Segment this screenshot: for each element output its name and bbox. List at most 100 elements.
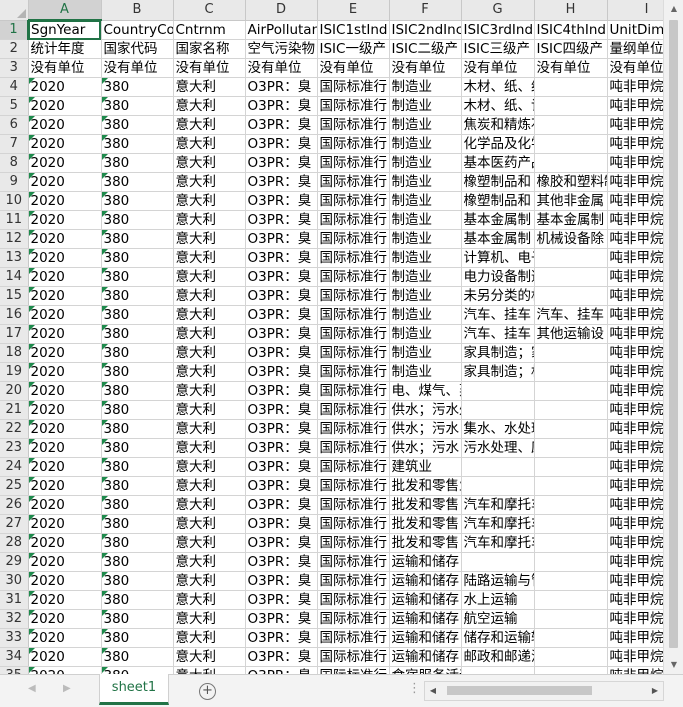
cell-h1[interactable]: ISIC4thInd (534, 20, 608, 40)
scroll-left-icon[interactable]: ◀ (425, 682, 441, 700)
cell-e19[interactable]: 国际标准行 (317, 362, 390, 382)
cell-e31[interactable]: 国际标准行 (317, 590, 390, 610)
cell-f33[interactable]: 运输和储存 (389, 628, 462, 648)
cell-g17[interactable]: 汽车、挂车 (461, 324, 535, 344)
cell-a22[interactable]: 2020 (28, 419, 102, 439)
cell-h29[interactable] (534, 552, 608, 572)
row-header[interactable]: 12 (0, 229, 29, 249)
cell-h27[interactable] (534, 514, 608, 534)
cell-i18[interactable]: 吨非甲烷 (607, 343, 663, 363)
cell-a29[interactable]: 2020 (28, 552, 102, 572)
cell-e33[interactable]: 国际标准行 (317, 628, 390, 648)
cell-e24[interactable]: 国际标准行 (317, 457, 390, 477)
cell-g7[interactable]: 化学品及化学制品制造 (461, 134, 535, 154)
cell-a33[interactable]: 2020 (28, 628, 102, 648)
cell-f19[interactable]: 制造业 (389, 362, 462, 382)
cell-b8[interactable]: 380 (101, 153, 174, 173)
cell-h20[interactable] (534, 381, 608, 401)
cell-b5[interactable]: 380 (101, 96, 174, 116)
column-header-i[interactable]: I (607, 0, 663, 21)
cell-e16[interactable]: 国际标准行 (317, 305, 390, 325)
cell-i6[interactable]: 吨非甲烷 (607, 115, 663, 135)
cell-d6[interactable]: O3PR：臭 (245, 115, 318, 135)
cell-b21[interactable]: 380 (101, 400, 174, 420)
row-header[interactable]: 18 (0, 343, 29, 363)
cell-f25[interactable]: 批发和零售业；汽车和摩托车修理 (389, 476, 462, 496)
cell-h2[interactable]: ISIC四级产 (534, 39, 608, 59)
cell-b16[interactable]: 380 (101, 305, 174, 325)
cell-f2[interactable]: ISIC二级产 (389, 39, 462, 59)
cell-i12[interactable]: 吨非甲烷 (607, 229, 663, 249)
cell-a28[interactable]: 2020 (28, 533, 102, 553)
cell-c17[interactable]: 意大利 (173, 324, 246, 344)
cell-g30[interactable]: 陆路运输与管道运输 (461, 571, 535, 591)
cell-e22[interactable]: 国际标准行 (317, 419, 390, 439)
cell-e9[interactable]: 国际标准行 (317, 172, 390, 192)
cell-f10[interactable]: 制造业 (389, 191, 462, 211)
cell-i34[interactable]: 吨非甲烷 (607, 647, 663, 667)
cell-c16[interactable]: 意大利 (173, 305, 246, 325)
cell-i23[interactable]: 吨非甲烷 (607, 438, 663, 458)
cell-f24[interactable]: 建筑业 (389, 457, 462, 477)
cell-b11[interactable]: 380 (101, 210, 174, 230)
cell-i21[interactable]: 吨非甲烷 (607, 400, 663, 420)
cell-a10[interactable]: 2020 (28, 191, 102, 211)
cell-a8[interactable]: 2020 (28, 153, 102, 173)
cell-e13[interactable]: 国际标准行 (317, 248, 390, 268)
cell-b20[interactable]: 380 (101, 381, 174, 401)
cell-e11[interactable]: 国际标准行 (317, 210, 390, 230)
row-header[interactable]: 27 (0, 514, 29, 534)
cell-g35[interactable] (461, 666, 535, 674)
horizontal-scrollbar[interactable]: ◀ ▶ (424, 681, 664, 701)
cell-i35[interactable]: 吨非甲烷 (607, 666, 663, 674)
cell-c11[interactable]: 意大利 (173, 210, 246, 230)
cell-i8[interactable]: 吨非甲烷 (607, 153, 663, 173)
cell-e20[interactable]: 国际标准行 (317, 381, 390, 401)
cell-h3[interactable]: 没有单位 (534, 58, 608, 78)
cell-i31[interactable]: 吨非甲烷 (607, 590, 663, 610)
cell-b26[interactable]: 380 (101, 495, 174, 515)
cell-h4[interactable] (534, 77, 608, 97)
cell-c21[interactable]: 意大利 (173, 400, 246, 420)
cell-a23[interactable]: 2020 (28, 438, 102, 458)
cell-g20[interactable] (461, 381, 535, 401)
cell-g4[interactable]: 木材、纸、纸和纸制品 (461, 77, 535, 97)
row-header[interactable]: 30 (0, 571, 29, 591)
cell-c25[interactable]: 意大利 (173, 476, 246, 496)
cell-b2[interactable]: 国家代码 (101, 39, 174, 59)
cell-g12[interactable]: 基本金属制 (461, 229, 535, 249)
cell-a16[interactable]: 2020 (28, 305, 102, 325)
cell-f20[interactable]: 电、煤气、蒸气和空调供应 (389, 381, 462, 401)
cell-i26[interactable]: 吨非甲烷 (607, 495, 663, 515)
cell-b34[interactable]: 380 (101, 647, 174, 667)
row-header[interactable]: 10 (0, 191, 29, 211)
cell-c14[interactable]: 意大利 (173, 267, 246, 287)
cell-i25[interactable]: 吨非甲烷 (607, 476, 663, 496)
cell-d13[interactable]: O3PR：臭 (245, 248, 318, 268)
cell-b18[interactable]: 380 (101, 343, 174, 363)
cell-g6[interactable]: 焦炭和精炼石油产品制造 (461, 115, 535, 135)
cell-h17[interactable]: 其他运输设 (534, 324, 608, 344)
cell-e8[interactable]: 国际标准行 (317, 153, 390, 173)
cell-h16[interactable]: 汽车、挂车 (534, 305, 608, 325)
cell-d8[interactable]: O3PR：臭 (245, 153, 318, 173)
cell-i28[interactable]: 吨非甲烷 (607, 533, 663, 553)
cell-f11[interactable]: 制造业 (389, 210, 462, 230)
column-header-h[interactable]: H (534, 0, 608, 21)
cell-h33[interactable] (534, 628, 608, 648)
cell-b15[interactable]: 380 (101, 286, 174, 306)
cell-d7[interactable]: O3PR：臭 (245, 134, 318, 154)
row-header[interactable]: 15 (0, 286, 29, 306)
cell-e7[interactable]: 国际标准行 (317, 134, 390, 154)
cell-f3[interactable]: 没有单位 (389, 58, 462, 78)
cell-b28[interactable]: 380 (101, 533, 174, 553)
cell-g27[interactable]: 汽车和摩托车除外的批发 (461, 514, 535, 534)
cell-f32[interactable]: 运输和储存 (389, 609, 462, 629)
cell-h23[interactable] (534, 438, 608, 458)
cell-h34[interactable] (534, 647, 608, 667)
row-header[interactable]: 20 (0, 381, 29, 401)
cell-c27[interactable]: 意大利 (173, 514, 246, 534)
horizontal-scroll-thumb[interactable] (447, 686, 592, 695)
cell-b1[interactable]: CountryCo (101, 20, 174, 40)
cell-g25[interactable] (461, 476, 535, 496)
